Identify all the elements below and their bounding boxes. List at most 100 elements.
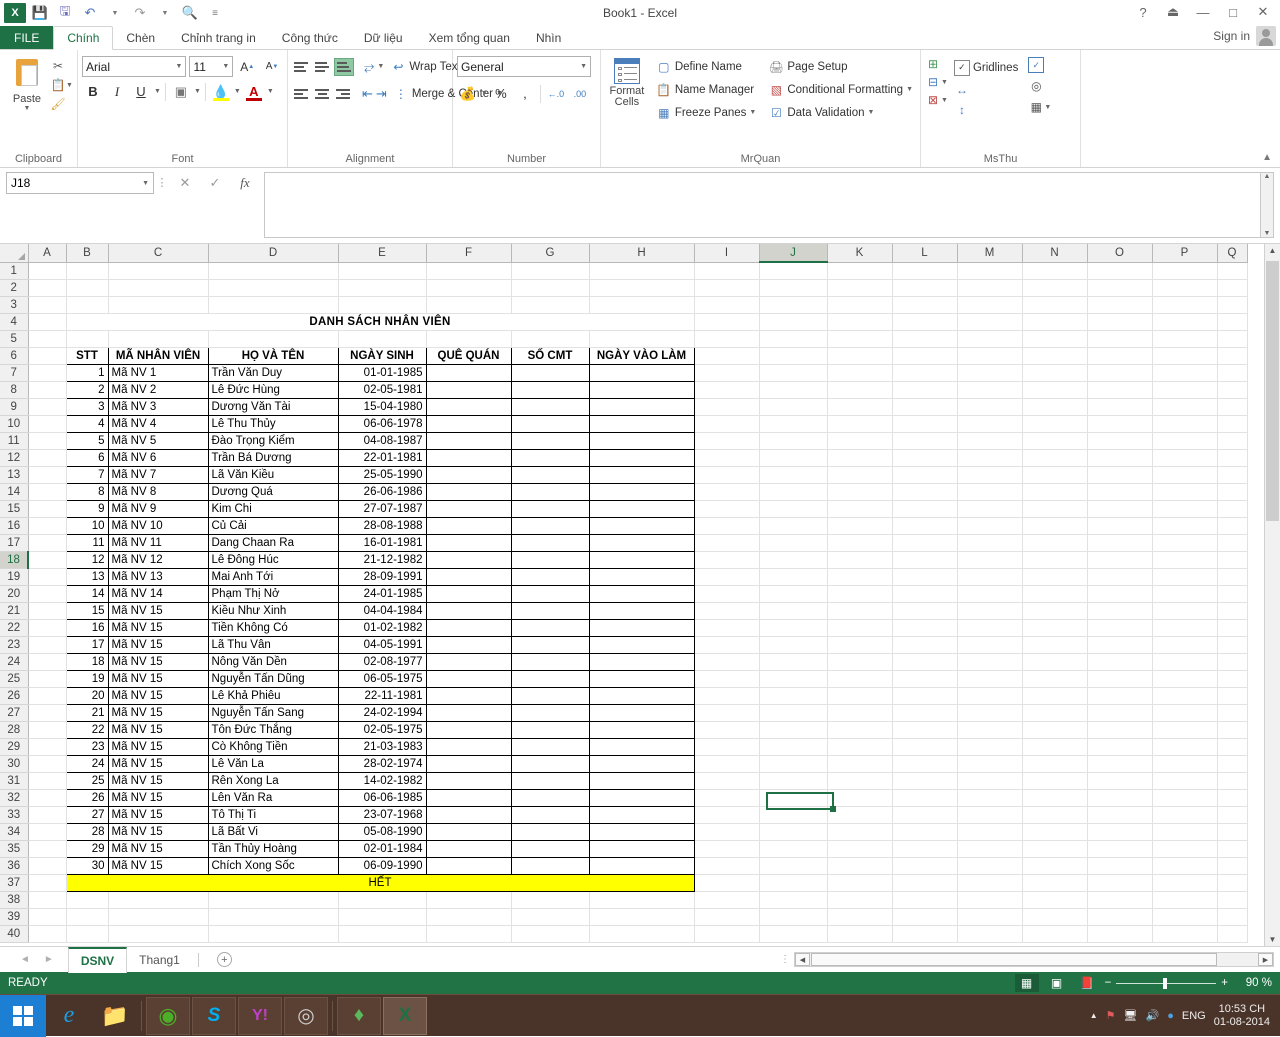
cancel-formula-icon[interactable]: ✕: [170, 172, 200, 194]
cell-empty[interactable]: [892, 840, 957, 857]
sheet-row[interactable]: 3226Mã NV 15Lên Văn Ra06-06-1985: [0, 789, 1247, 806]
cell-empty[interactable]: [1152, 670, 1217, 687]
number-format-select[interactable]: General ▼: [457, 56, 591, 77]
cell-empty[interactable]: [827, 364, 892, 381]
cell-empty[interactable]: [1152, 551, 1217, 568]
cell-so-cmt[interactable]: [511, 755, 589, 772]
define-name-button[interactable]: ▢ Define Name: [653, 56, 760, 77]
cell-empty[interactable]: [957, 330, 1022, 347]
cell-empty[interactable]: [1087, 347, 1152, 364]
cell-empty[interactable]: [827, 789, 892, 806]
cell-ngay-sinh[interactable]: 26-06-1986: [338, 483, 426, 500]
cell-so-cmt[interactable]: [511, 704, 589, 721]
cell-empty[interactable]: [759, 483, 827, 500]
cell-empty[interactable]: [694, 415, 759, 432]
cell-stt[interactable]: 6: [66, 449, 108, 466]
column-header-i[interactable]: I: [694, 244, 759, 262]
cell-ngay-vao-lam[interactable]: [589, 687, 694, 704]
cell-empty[interactable]: [827, 619, 892, 636]
cell-empty[interactable]: [1152, 449, 1217, 466]
cell-empty[interactable]: [1217, 823, 1247, 840]
cell-empty[interactable]: [892, 908, 957, 925]
cell-empty[interactable]: [892, 704, 957, 721]
cell-stt[interactable]: 18: [66, 653, 108, 670]
cell-empty[interactable]: [1022, 279, 1087, 296]
row-header-5[interactable]: 5: [0, 330, 28, 347]
cell-ngay-vao-lam[interactable]: [589, 500, 694, 517]
zoom-thumb[interactable]: [1163, 978, 1167, 989]
cell-empty[interactable]: [892, 262, 957, 279]
row-header-8[interactable]: 8: [0, 381, 28, 398]
cell-empty[interactable]: [957, 415, 1022, 432]
cell-empty[interactable]: [759, 347, 827, 364]
cell-empty[interactable]: [1152, 568, 1217, 585]
cell-so-cmt[interactable]: [511, 721, 589, 738]
row-header-34[interactable]: 34: [0, 823, 28, 840]
cell-empty[interactable]: [1022, 721, 1087, 738]
cell-empty[interactable]: [1022, 347, 1087, 364]
sheet-row[interactable]: 2216Mã NV 15Tiền Không Có01-02-1982: [0, 619, 1247, 636]
cell-empty[interactable]: [694, 534, 759, 551]
cell-so-cmt[interactable]: [511, 789, 589, 806]
cell-stt[interactable]: 14: [66, 585, 108, 602]
data-validation-dropdown-icon[interactable]: ▼: [868, 109, 875, 116]
cell-ho-va-ten[interactable]: Nguyễn Tấn Sang: [208, 704, 338, 721]
cell-ma-nhan-vien[interactable]: Mã NV 8: [108, 483, 208, 500]
cell-empty[interactable]: [66, 262, 108, 279]
taskbar-burn-disc-app[interactable]: ◉: [146, 997, 190, 1035]
cell-empty[interactable]: [827, 415, 892, 432]
cell-empty[interactable]: [827, 517, 892, 534]
cell-que-quan[interactable]: [426, 398, 511, 415]
cell-ngay-sinh[interactable]: 15-04-1980: [338, 398, 426, 415]
cell-empty[interactable]: [1022, 874, 1087, 891]
cell-empty[interactable]: [892, 449, 957, 466]
cell-ngay-vao-lam[interactable]: [589, 823, 694, 840]
scroll-down-icon[interactable]: ▼: [1269, 935, 1277, 944]
cell-que-quan[interactable]: [426, 840, 511, 857]
taskbar-internet-explorer[interactable]: e: [47, 997, 91, 1035]
cell-empty[interactable]: [1087, 398, 1152, 415]
cell-ma-nhan-vien[interactable]: Mã NV 1: [108, 364, 208, 381]
sheet-row[interactable]: 3024Mã NV 15Lê Văn La28-02-1974: [0, 755, 1247, 772]
cell-empty[interactable]: [1217, 840, 1247, 857]
cell-ngay-sinh[interactable]: 25-05-1990: [338, 466, 426, 483]
cell-empty[interactable]: [759, 415, 827, 432]
cell-empty[interactable]: [1087, 823, 1152, 840]
cell-empty[interactable]: [1217, 330, 1247, 347]
cell-ngay-sinh[interactable]: 22-11-1981: [338, 687, 426, 704]
cell-empty[interactable]: [1087, 585, 1152, 602]
cell-ma-nhan-vien[interactable]: Mã NV 11: [108, 534, 208, 551]
sheet-row[interactable]: 4DANH SÁCH NHÂN VIÊN: [0, 313, 1247, 330]
sign-in-label[interactable]: Sign in: [1213, 29, 1250, 43]
cell-so-cmt[interactable]: [511, 517, 589, 534]
row-header-11[interactable]: 11: [0, 432, 28, 449]
cell-ma-nhan-vien[interactable]: Mã NV 15: [108, 840, 208, 857]
font-name-dropdown-icon[interactable]: ▼: [176, 63, 183, 70]
cell-empty[interactable]: [1217, 500, 1247, 517]
cell-empty[interactable]: [694, 840, 759, 857]
cell-empty[interactable]: [1087, 670, 1152, 687]
cell-empty[interactable]: [759, 296, 827, 313]
cell-empty[interactable]: [28, 364, 66, 381]
cell-so-cmt[interactable]: [511, 500, 589, 517]
cell-ma-nhan-vien[interactable]: Mã NV 5: [108, 432, 208, 449]
cell-empty[interactable]: [1152, 517, 1217, 534]
cell-que-quan[interactable]: [426, 500, 511, 517]
cell-empty[interactable]: [28, 704, 66, 721]
row-header-31[interactable]: 31: [0, 772, 28, 789]
cell-ho-va-ten[interactable]: Dương Văn Tài: [208, 398, 338, 415]
cell-so-cmt[interactable]: [511, 806, 589, 823]
cell-empty[interactable]: [1022, 755, 1087, 772]
cell-ngay-sinh[interactable]: 28-09-1991: [338, 568, 426, 585]
row-header-23[interactable]: 23: [0, 636, 28, 653]
cell-empty[interactable]: [892, 670, 957, 687]
cell-empty[interactable]: [827, 925, 892, 942]
cell-empty[interactable]: [827, 449, 892, 466]
cell-que-quan[interactable]: [426, 721, 511, 738]
fill-color-dropdown-icon[interactable]: ▼: [234, 88, 241, 95]
cell-stt[interactable]: 5: [66, 432, 108, 449]
sheet-row[interactable]: 5: [0, 330, 1247, 347]
cell-so-cmt[interactable]: [511, 840, 589, 857]
orientation-dropdown-icon[interactable]: ▼: [377, 63, 384, 70]
formula-input[interactable]: ▲ ▼: [264, 172, 1274, 238]
